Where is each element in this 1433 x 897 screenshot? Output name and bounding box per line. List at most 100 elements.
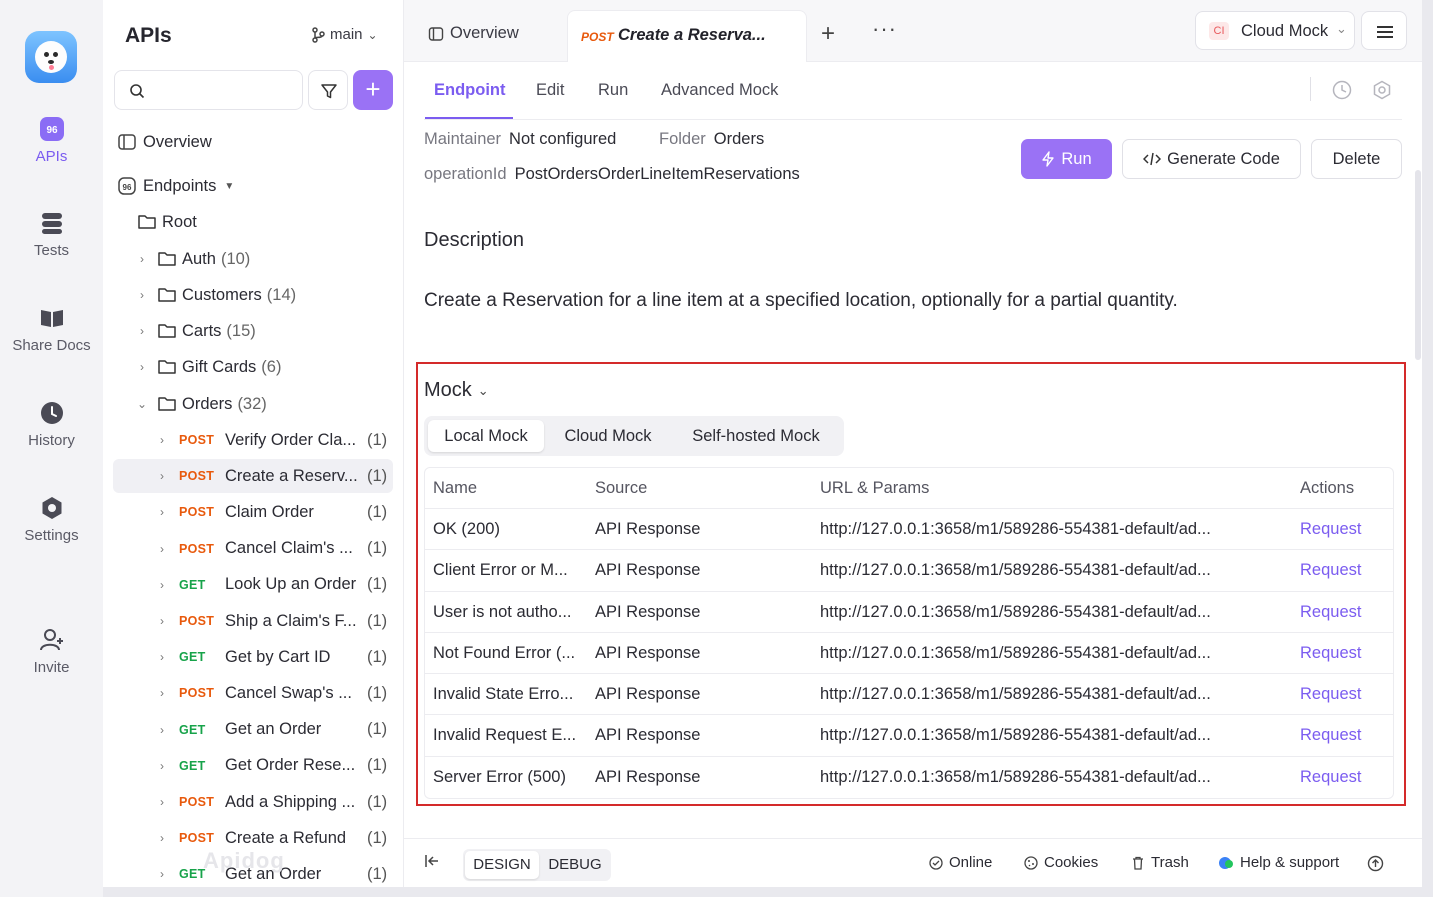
trash-icon: [1133, 856, 1143, 870]
delete-button[interactable]: Delete: [1311, 139, 1402, 179]
folder-item-orders[interactable]: ⌄ Orders (32): [135, 387, 403, 421]
mock-name: Invalid Request E...: [433, 726, 577, 745]
endpoint-count: (1): [367, 756, 388, 775]
sidebar-endpoint-item[interactable]: › GET Look Up an Order (1): [113, 568, 393, 602]
mock-url[interactable]: http://127.0.0.1:3658/m1/589286-554381-d…: [820, 768, 1275, 787]
cookies-button[interactable]: Cookies: [1024, 854, 1098, 871]
add-button[interactable]: +: [353, 70, 393, 110]
history-clock-icon[interactable]: [1331, 79, 1353, 101]
sidebar-item-endpoints[interactable]: 96 Endpoints ▼: [117, 169, 397, 203]
rail-item-history[interactable]: History: [0, 400, 103, 449]
sidebar-endpoint-item[interactable]: › GET Get by Cart ID (1): [113, 640, 393, 674]
settings-icon: [42, 497, 61, 519]
tab-create-reservation[interactable]: POST Create a Reserva...: [567, 10, 807, 62]
chevron-right-icon: ›: [160, 722, 164, 737]
branch-label: main: [330, 26, 363, 43]
run-button[interactable]: Run: [1021, 139, 1112, 179]
mode-cloud-mock[interactable]: Cloud Mock: [550, 420, 666, 452]
sidebar-endpoint-item[interactable]: › GET Get Order Rese... (1): [113, 749, 393, 783]
rail-item-settings[interactable]: Settings: [0, 495, 103, 544]
generate-code-button[interactable]: Generate Code: [1122, 139, 1301, 179]
env-menu-button[interactable]: [1361, 11, 1407, 50]
mock-url[interactable]: http://127.0.0.1:3658/m1/589286-554381-d…: [820, 644, 1275, 663]
rail-item-apis[interactable]: 96 APIs: [0, 116, 103, 165]
request-link[interactable]: Request: [1300, 520, 1380, 539]
endpoint-count: (1): [367, 828, 388, 847]
mock-name: Client Error or M...: [433, 561, 568, 580]
upload-circle-icon[interactable]: [1367, 855, 1384, 872]
mock-section-toggle[interactable]: Mock ⌄: [424, 379, 489, 402]
endpoint-name: Create a Refund: [225, 828, 347, 847]
trash-button[interactable]: Trash: [1131, 854, 1189, 871]
mock-url[interactable]: http://127.0.0.1:3658/m1/589286-554381-d…: [820, 520, 1275, 539]
sidebar-item-root[interactable]: Root: [137, 205, 403, 239]
mode-self-hosted-mock[interactable]: Self-hosted Mock: [674, 420, 838, 452]
search-icon: [130, 84, 145, 99]
folder-item[interactable]: › Carts (15): [135, 314, 403, 348]
mock-url[interactable]: http://127.0.0.1:3658/m1/589286-554381-d…: [820, 685, 1275, 704]
new-tab-button[interactable]: +: [821, 20, 835, 48]
env-badge: CI: [1209, 22, 1229, 40]
more-tabs-button[interactable]: ···: [872, 16, 897, 42]
mock-url[interactable]: http://127.0.0.1:3658/m1/589286-554381-d…: [820, 726, 1275, 745]
rail-item-invite[interactable]: Invite: [0, 627, 103, 676]
chevron-right-icon: ›: [160, 577, 164, 592]
endpoint-count: (1): [367, 720, 388, 739]
method-badge: GET: [179, 650, 206, 665]
mode-local-mock[interactable]: Local Mock: [428, 420, 544, 452]
mock-url[interactable]: http://127.0.0.1:3658/m1/589286-554381-d…: [820, 603, 1275, 622]
mode-debug[interactable]: DEBUG: [541, 851, 609, 879]
request-link[interactable]: Request: [1300, 685, 1380, 704]
rail-item-tests[interactable]: Tests: [0, 210, 103, 259]
settings-icon[interactable]: [1371, 79, 1393, 101]
subtab-edit[interactable]: Edit: [536, 81, 564, 100]
request-link[interactable]: Request: [1300, 561, 1380, 580]
tab-overview[interactable]: Overview: [428, 24, 519, 43]
request-link[interactable]: Request: [1300, 644, 1380, 663]
chevron-right-icon: ›: [140, 324, 144, 338]
chevron-right-icon: ›: [160, 867, 164, 882]
mock-url[interactable]: http://127.0.0.1:3658/m1/589286-554381-d…: [820, 561, 1275, 580]
tab-title: Create a Reserva...: [618, 26, 766, 44]
folder-item[interactable]: › Customers (14): [135, 278, 403, 312]
request-link[interactable]: Request: [1300, 726, 1380, 745]
sidebar-endpoint-item[interactable]: › POST Cancel Claim's ... (1): [113, 532, 393, 566]
endpoint-count: (1): [367, 864, 388, 883]
help-support-button[interactable]: Help & support: [1218, 854, 1339, 871]
mode-design[interactable]: DESIGN: [465, 851, 539, 879]
sidebar-endpoint-item[interactable]: › POST Cancel Swap's ... (1): [113, 676, 393, 710]
request-link[interactable]: Request: [1300, 603, 1380, 622]
sidebar-endpoint-item[interactable]: › GET Get an Order (1): [113, 713, 393, 747]
collapse-sidebar-icon[interactable]: [424, 853, 440, 869]
scrollbar[interactable]: [1415, 170, 1421, 360]
sidebar-endpoint-item[interactable]: › POST Add a Shipping ... (1): [113, 785, 393, 819]
left-rail: 96 APIs Tests Share Docs History Setting…: [0, 0, 103, 897]
chevron-right-icon: ›: [160, 650, 164, 665]
sidebar-endpoint-item[interactable]: › POST Ship a Claim's F... (1): [113, 604, 393, 638]
subtab-advanced-mock[interactable]: Advanced Mock: [661, 81, 778, 100]
sidebar-item-overview[interactable]: Overview: [117, 125, 397, 159]
request-link[interactable]: Request: [1300, 768, 1380, 787]
sidebar-endpoint-item[interactable]: › POST Create a Reserv... (1): [113, 459, 393, 494]
sidebar-endpoint-item[interactable]: › POST Claim Order (1): [113, 495, 393, 529]
watermark: Apidog: [203, 848, 285, 873]
environment-select[interactable]: CI Cloud Mock ⌄: [1195, 11, 1355, 50]
sidebar-endpoint-item[interactable]: › POST Verify Order Cla... (1): [113, 423, 393, 457]
caret-down-icon: ▼: [224, 180, 235, 192]
search-input[interactable]: [114, 70, 303, 110]
online-status[interactable]: Online: [929, 854, 992, 871]
filter-button[interactable]: [308, 70, 348, 110]
description-title: Description: [424, 229, 525, 251]
table-row: OK (200) API Response http://127.0.0.1:365…: [425, 509, 1393, 551]
branch-selector[interactable]: main ⌄: [311, 26, 378, 43]
rail-item-share-docs[interactable]: Share Docs: [0, 305, 103, 354]
table-header: Name Source URL & Params Actions: [425, 468, 1393, 509]
operation-id-field: operationId PostOrdersOrderLineItemReserv…: [424, 165, 800, 183]
folder-item[interactable]: › Auth (10): [135, 242, 403, 276]
folder-item[interactable]: › Gift Cards (6): [135, 350, 403, 384]
app-logo[interactable]: [25, 31, 77, 83]
subtab-run[interactable]: Run: [598, 81, 628, 100]
subtab-endpoint[interactable]: Endpoint: [434, 81, 505, 100]
mock-name: OK (200): [433, 520, 500, 538]
svg-text:96: 96: [46, 125, 58, 136]
